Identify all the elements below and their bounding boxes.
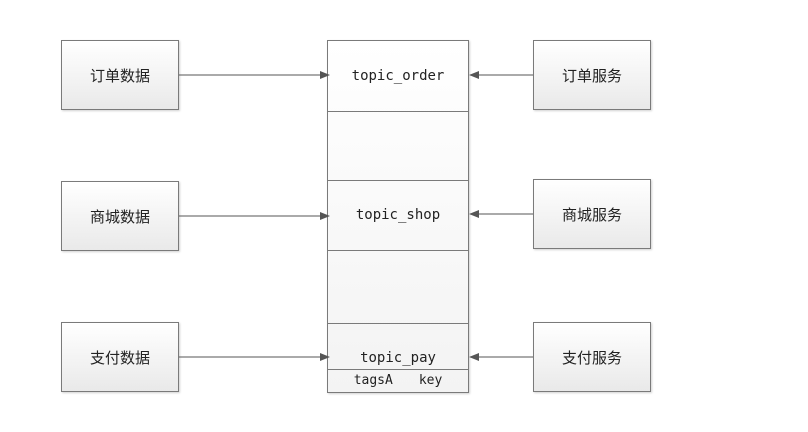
order-data-label: 订单数据 bbox=[89, 66, 150, 85]
shop-data-box: 商城数据 bbox=[61, 181, 179, 251]
topic-column: topic_order topic_shop topic_pay tagsA k… bbox=[327, 40, 469, 393]
topic-pay-key: key bbox=[418, 373, 443, 388]
divider bbox=[328, 111, 468, 112]
shop-service-box: 商城服务 bbox=[533, 179, 651, 249]
topic-order-cell: topic_order bbox=[328, 41, 468, 111]
topic-order-label: topic_order bbox=[351, 68, 445, 84]
pay-service-label: 支付服务 bbox=[561, 348, 622, 367]
topic-pay-tag: tagsA bbox=[353, 373, 393, 388]
order-data-box: 订单数据 bbox=[61, 40, 179, 110]
shop-service-label: 商城服务 bbox=[561, 205, 622, 224]
topic-pay-subrow: tagsA key bbox=[328, 373, 468, 388]
pay-service-box: 支付服务 bbox=[533, 322, 651, 392]
order-service-label: 订单服务 bbox=[561, 66, 622, 85]
shop-data-label: 商城数据 bbox=[89, 207, 150, 226]
topic-shop-label: topic_shop bbox=[355, 207, 441, 223]
topic-shop-cell: topic_shop bbox=[328, 180, 468, 250]
divider bbox=[328, 323, 468, 324]
divider bbox=[328, 369, 468, 370]
divider bbox=[328, 250, 468, 251]
pay-data-box: 支付数据 bbox=[61, 322, 179, 392]
topic-pay-label: topic_pay bbox=[360, 350, 436, 366]
order-service-box: 订单服务 bbox=[533, 40, 651, 110]
pay-data-label: 支付数据 bbox=[89, 348, 150, 367]
